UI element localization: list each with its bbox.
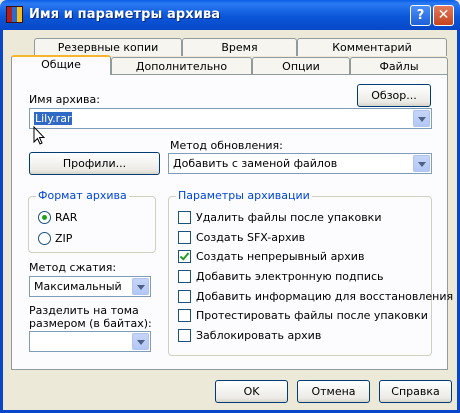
- compression-select[interactable]: Максимальный: [29, 276, 151, 297]
- close-icon[interactable]: ✕: [433, 5, 454, 26]
- checkbox-delete-files-label: Удалить файлы после упаковки: [196, 211, 382, 224]
- tab-options[interactable]: Опции: [252, 57, 350, 75]
- help-icon[interactable]: ?: [410, 5, 431, 26]
- checkbox-recovery[interactable]: [178, 290, 191, 303]
- tab-advanced[interactable]: Дополнительно: [111, 57, 252, 75]
- archive-format-group: Формат архива: [28, 189, 156, 253]
- update-method-label: Метод обновления:: [170, 139, 283, 152]
- checkbox-solid-label: Создать непрерывный архив: [196, 250, 365, 263]
- checkbox-recovery-label: Добавить информацию для восстановления: [196, 290, 454, 303]
- tab-backup[interactable]: Резервные копии: [34, 38, 182, 56]
- checkbox-solid[interactable]: [178, 250, 191, 263]
- title-bar[interactable]: Имя и параметры архива ? ✕: [0, 0, 460, 30]
- chevron-down-icon[interactable]: [413, 155, 430, 172]
- compression-label: Метод сжатия:: [29, 261, 117, 274]
- profiles-button[interactable]: Профили...: [29, 152, 160, 175]
- update-method-select[interactable]: Добавить с заменой файлов: [168, 153, 432, 174]
- split-size-select[interactable]: [29, 331, 151, 352]
- radio-rar-label: RAR: [55, 211, 78, 224]
- tab-time[interactable]: Время: [182, 38, 297, 56]
- update-method-value: Добавить с заменой файлов: [173, 157, 338, 170]
- archive-params-title: Параметры архивации: [176, 189, 312, 202]
- checkbox-lock[interactable]: [178, 329, 191, 342]
- help-button[interactable]: Справка: [379, 380, 452, 403]
- tab-files[interactable]: Файлы: [350, 57, 448, 75]
- archive-dialog: Имя и параметры архива ? ✕ Резервные коп…: [0, 0, 460, 413]
- archive-name-input[interactable]: Lily.rar: [34, 112, 73, 125]
- checkbox-delete-files[interactable]: [178, 211, 191, 224]
- ok-button[interactable]: OK: [215, 380, 288, 403]
- chevron-down-icon[interactable]: [132, 278, 149, 295]
- archive-name-combo[interactable]: Lily.rar: [29, 108, 432, 129]
- tab-general[interactable]: Общие: [11, 55, 111, 75]
- checkbox-sfx[interactable]: [178, 231, 191, 244]
- radio-zip-label: ZIP: [55, 232, 73, 245]
- mouse-pointer-icon: [33, 126, 45, 145]
- split-label-line1: Разделить на тома: [29, 304, 139, 317]
- checkbox-lock-label: Заблокировать архив: [196, 329, 322, 342]
- checkbox-signature[interactable]: [178, 270, 191, 283]
- tab-comment[interactable]: Комментарий: [297, 38, 447, 56]
- checkbox-test-label: Протестировать файлы после упаковки: [196, 309, 428, 322]
- cancel-button[interactable]: Отмена: [297, 380, 370, 403]
- browse-button[interactable]: Обзор...: [357, 84, 431, 107]
- radio-zip[interactable]: [38, 232, 51, 245]
- archive-name-label: Имя архива:: [29, 93, 100, 106]
- chevron-down-icon[interactable]: [413, 110, 430, 127]
- radio-rar[interactable]: [38, 211, 51, 224]
- checkbox-sfx-label: Создать SFX-архив: [196, 231, 306, 244]
- chevron-down-icon[interactable]: [132, 333, 149, 350]
- checkbox-test[interactable]: [178, 309, 191, 322]
- winrar-icon: [6, 6, 23, 23]
- window-title: Имя и параметры архива: [29, 7, 221, 22]
- window-border-left: [0, 30, 3, 413]
- split-label-line2: размером (в байтах):: [29, 317, 152, 330]
- compression-value: Максимальный: [34, 280, 122, 293]
- archive-format-title: Формат архива: [36, 189, 129, 202]
- checkbox-signature-label: Добавить электронную подпись: [196, 270, 384, 283]
